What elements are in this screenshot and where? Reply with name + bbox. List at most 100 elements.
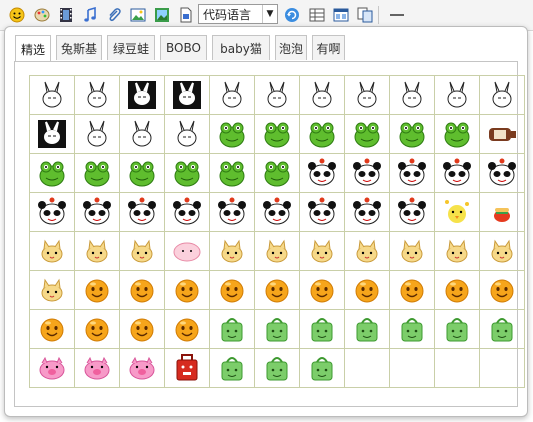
emoticon-bag[interactable]	[210, 349, 255, 388]
emoticon-bubble[interactable]	[255, 271, 300, 310]
emoticon-tomato[interactable]	[480, 193, 525, 232]
emoticon-frog[interactable]	[300, 115, 345, 154]
emoticon-bubble[interactable]	[345, 271, 390, 310]
emoticon-bubble[interactable]	[390, 271, 435, 310]
emoticon-frog[interactable]	[345, 115, 390, 154]
emoticon-panda[interactable]	[165, 193, 210, 232]
emoticon-cat[interactable]	[390, 232, 435, 271]
emoticon-frog[interactable]	[75, 154, 120, 193]
emoticon-frog[interactable]	[255, 154, 300, 193]
emoticon-panda[interactable]	[300, 193, 345, 232]
emoticon-frog[interactable]	[210, 154, 255, 193]
emoticon-panda[interactable]	[345, 193, 390, 232]
film-icon[interactable]	[57, 6, 74, 23]
emoticon-cat[interactable]	[30, 271, 75, 310]
emoticon-tuzki[interactable]	[345, 76, 390, 115]
paperclip-icon[interactable]	[105, 6, 122, 23]
emoticon-panda[interactable]	[210, 193, 255, 232]
emoticon-tuzki[interactable]	[120, 115, 165, 154]
emoticon-tuzki[interactable]	[255, 76, 300, 115]
emoticon-frog[interactable]	[30, 154, 75, 193]
emoticon-frog[interactable]	[255, 115, 300, 154]
copy-icon[interactable]	[356, 6, 373, 23]
emoticon-tuzki[interactable]	[300, 76, 345, 115]
smiley-icon[interactable]	[8, 6, 25, 23]
emoticon-bag[interactable]	[255, 349, 300, 388]
tab-youa[interactable]: 有啊	[312, 35, 345, 60]
tab-baby-cat[interactable]: baby猫	[212, 35, 270, 60]
emoticon-cloud[interactable]	[165, 232, 210, 271]
emoticon-cat[interactable]	[435, 232, 480, 271]
picture-frame-icon[interactable]	[153, 6, 170, 23]
emoticon-bubble[interactable]	[30, 310, 75, 349]
tab-tuzki[interactable]: 兔斯基	[56, 35, 102, 60]
emoticon-frog[interactable]	[210, 115, 255, 154]
emoticon-bag[interactable]	[300, 349, 345, 388]
tab-bobo[interactable]: BOBO	[160, 35, 207, 60]
emoticon-cat[interactable]	[75, 232, 120, 271]
emoticon-panda[interactable]	[390, 193, 435, 232]
emoticon-frog[interactable]	[165, 154, 210, 193]
emoticon-tuzki[interactable]	[480, 76, 525, 115]
horizontal-rule-icon[interactable]	[388, 6, 405, 23]
refresh-icon[interactable]	[283, 6, 300, 23]
emoticon-panda[interactable]	[345, 154, 390, 193]
image-icon[interactable]	[129, 6, 146, 23]
emoticon-pig[interactable]	[120, 349, 165, 388]
emoticon-tuzki[interactable]	[165, 115, 210, 154]
emoticon-bubble[interactable]	[165, 271, 210, 310]
emoticon-panda[interactable]	[255, 193, 300, 232]
chevron-down-icon[interactable]: ▼	[262, 5, 277, 23]
emoticon-cat[interactable]	[30, 232, 75, 271]
emoticon-panda[interactable]	[480, 154, 525, 193]
emoticon-bubble[interactable]	[435, 271, 480, 310]
emoticon-bubble[interactable]	[75, 310, 120, 349]
emoticon-bubble[interactable]	[120, 271, 165, 310]
emoticon-cat[interactable]	[480, 232, 525, 271]
emoticon-pig[interactable]	[75, 349, 120, 388]
emoticon-bag[interactable]	[255, 310, 300, 349]
code-language-select[interactable]: 代码语言 ▼	[198, 4, 278, 24]
emoticon-panda[interactable]	[75, 193, 120, 232]
tab-bubble[interactable]: 泡泡	[275, 35, 307, 60]
emoticon-bag[interactable]	[480, 310, 525, 349]
emoticon-frog[interactable]	[120, 154, 165, 193]
emoticon-cat[interactable]	[210, 232, 255, 271]
emoticon-red-bag[interactable]	[165, 349, 210, 388]
emoticon-frog[interactable]	[390, 115, 435, 154]
emoticon-panda[interactable]	[300, 154, 345, 193]
emoticon-tuzki[interactable]	[210, 76, 255, 115]
emoticon-panda[interactable]	[120, 193, 165, 232]
emoticon-cat[interactable]	[300, 232, 345, 271]
emoticon-pig[interactable]	[30, 349, 75, 388]
document-icon[interactable]	[177, 6, 194, 23]
emoticon-bag[interactable]	[345, 310, 390, 349]
emoticon-tuzki-dark[interactable]	[30, 115, 75, 154]
emoticon-chick[interactable]	[435, 193, 480, 232]
emoticon-panda[interactable]	[30, 193, 75, 232]
emoticon-bubble[interactable]	[210, 271, 255, 310]
emoticon-tuzki[interactable]	[75, 115, 120, 154]
emoticon-panda[interactable]	[390, 154, 435, 193]
emoticon-bag[interactable]	[300, 310, 345, 349]
emoticon-tuzki[interactable]	[75, 76, 120, 115]
table-icon[interactable]	[308, 6, 325, 23]
music-note-icon[interactable]	[81, 6, 98, 23]
emoticon-bottle[interactable]	[480, 115, 525, 154]
emoticon-cat[interactable]	[120, 232, 165, 271]
emoticon-cat[interactable]	[255, 232, 300, 271]
emoticon-tuzki[interactable]	[30, 76, 75, 115]
emoticon-bubble[interactable]	[75, 271, 120, 310]
emoticon-bag[interactable]	[390, 310, 435, 349]
emoticon-bubble[interactable]	[120, 310, 165, 349]
emoticon-bubble[interactable]	[300, 271, 345, 310]
emoticon-frog[interactable]	[435, 115, 480, 154]
emoticon-panda[interactable]	[435, 154, 480, 193]
emoticon-bag[interactable]	[210, 310, 255, 349]
emoticon-bag[interactable]	[435, 310, 480, 349]
emoticon-bubble[interactable]	[165, 310, 210, 349]
emoticon-bubble[interactable]	[480, 271, 525, 310]
window-icon[interactable]	[332, 6, 349, 23]
emoticon-tuzki-dark[interactable]	[120, 76, 165, 115]
tab-green-frog[interactable]: 绿豆蛙	[107, 35, 155, 60]
